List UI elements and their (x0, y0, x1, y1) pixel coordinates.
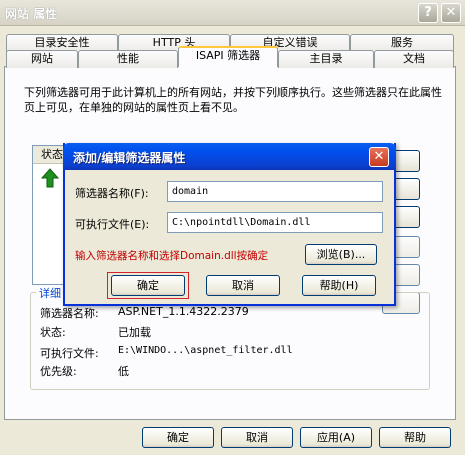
window-titlebar: 网站 属性 ? ✕ (0, 0, 465, 26)
browse-button[interactable]: 浏览(B)... (305, 244, 377, 265)
loaded-arrow-icon (41, 168, 59, 188)
filter-name-label: 筛选器名称(F): (75, 187, 149, 200)
dialog-titlebar: 添加/编辑筛选器属性 ✕ (63, 143, 396, 170)
detail-exe-value: E:\WINDO...\aspnet_filter.dll (118, 345, 293, 356)
dialog-ok-button[interactable]: 确定 (111, 275, 185, 296)
ok-button[interactable]: 确定 (142, 427, 214, 448)
dialog-title: 添加/编辑筛选器属性 (73, 151, 186, 165)
cancel-button[interactable]: 取消 (221, 427, 293, 448)
add-edit-filter-dialog: 添加/编辑筛选器属性 ✕ 筛选器名称(F): domain 可执行文件(E): … (63, 143, 396, 306)
tab-documents[interactable]: 文档 (374, 50, 454, 68)
detail-status-value: 已加载 (118, 326, 151, 339)
detail-name-label: 筛选器名称: (40, 307, 99, 320)
detail-priority-label: 优先级: (40, 365, 77, 378)
detail-name-value: ASP.NET_1.1.4322.2379 (118, 305, 249, 318)
dialog-close-icon[interactable]: ✕ (369, 147, 389, 167)
dialog-cancel-button[interactable]: 取消 (206, 275, 280, 296)
help-icon[interactable]: ? (418, 3, 438, 23)
tab-performance[interactable]: 性能 (78, 50, 178, 68)
executable-label: 可执行文件(E): (75, 218, 150, 231)
detail-priority-value: 低 (118, 365, 129, 378)
detail-exe-label: 可执行文件: (40, 347, 99, 360)
tab-home-directory[interactable]: 主目录 (278, 50, 374, 68)
tab-isapi-filters[interactable]: ISAPI 筛选器 (178, 46, 278, 67)
description-text: 下列筛选器可用于此计算机上的所有网站，并按下列顺序执行。这些筛选器只在此属性页上… (24, 86, 442, 114)
filter-name-field[interactable]: domain (167, 181, 383, 202)
details-legend: 详细 (36, 285, 64, 301)
help-button[interactable]: 帮助 (379, 427, 451, 448)
executable-field[interactable]: C:\npointdll\Domain.dll (167, 212, 383, 233)
detail-status-label: 状态: (40, 326, 66, 339)
dialog-help-button[interactable]: 帮助(H) (302, 275, 376, 296)
window-title: 网站 属性 (5, 7, 58, 21)
tab-website[interactable]: 网站 (6, 50, 78, 68)
close-icon[interactable]: ✕ (441, 3, 461, 23)
hint-text: 输入筛选器名称和选择Domain.dll按确定 (75, 250, 269, 262)
apply-button[interactable]: 应用(A) (300, 427, 372, 448)
